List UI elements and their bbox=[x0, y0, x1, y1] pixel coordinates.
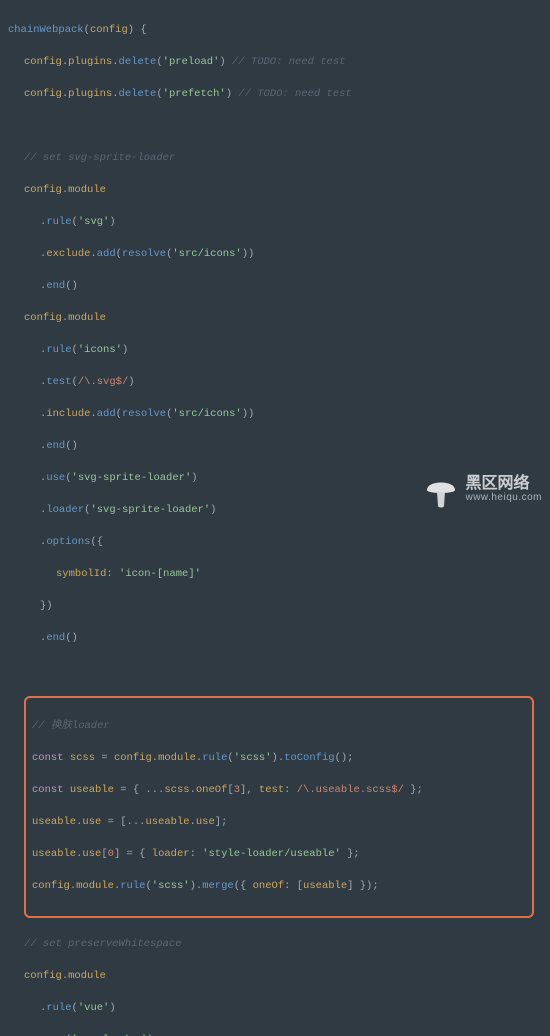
comment: // set svg-sprite-loader bbox=[24, 152, 175, 164]
comment: // 换肤loader bbox=[32, 720, 110, 732]
comment: // set preserveWhitespace bbox=[24, 938, 182, 950]
highlighted-block: // 换肤loader const scss = config.module.r… bbox=[24, 696, 534, 918]
watermark: 黑区网络 www.heiqu.com bbox=[423, 474, 542, 508]
code-editor[interactable]: chainWebpack(config) { config.plugins.de… bbox=[0, 0, 550, 1036]
comment: // TODO: need test bbox=[238, 88, 351, 100]
token: config bbox=[90, 24, 128, 36]
watermark-title: 黑区网络 bbox=[465, 477, 542, 491]
comment: // TODO: need test bbox=[232, 56, 345, 68]
mushroom-icon bbox=[423, 474, 459, 508]
token: chainWebpack bbox=[8, 24, 84, 36]
watermark-url: www.heiqu.com bbox=[465, 491, 542, 505]
